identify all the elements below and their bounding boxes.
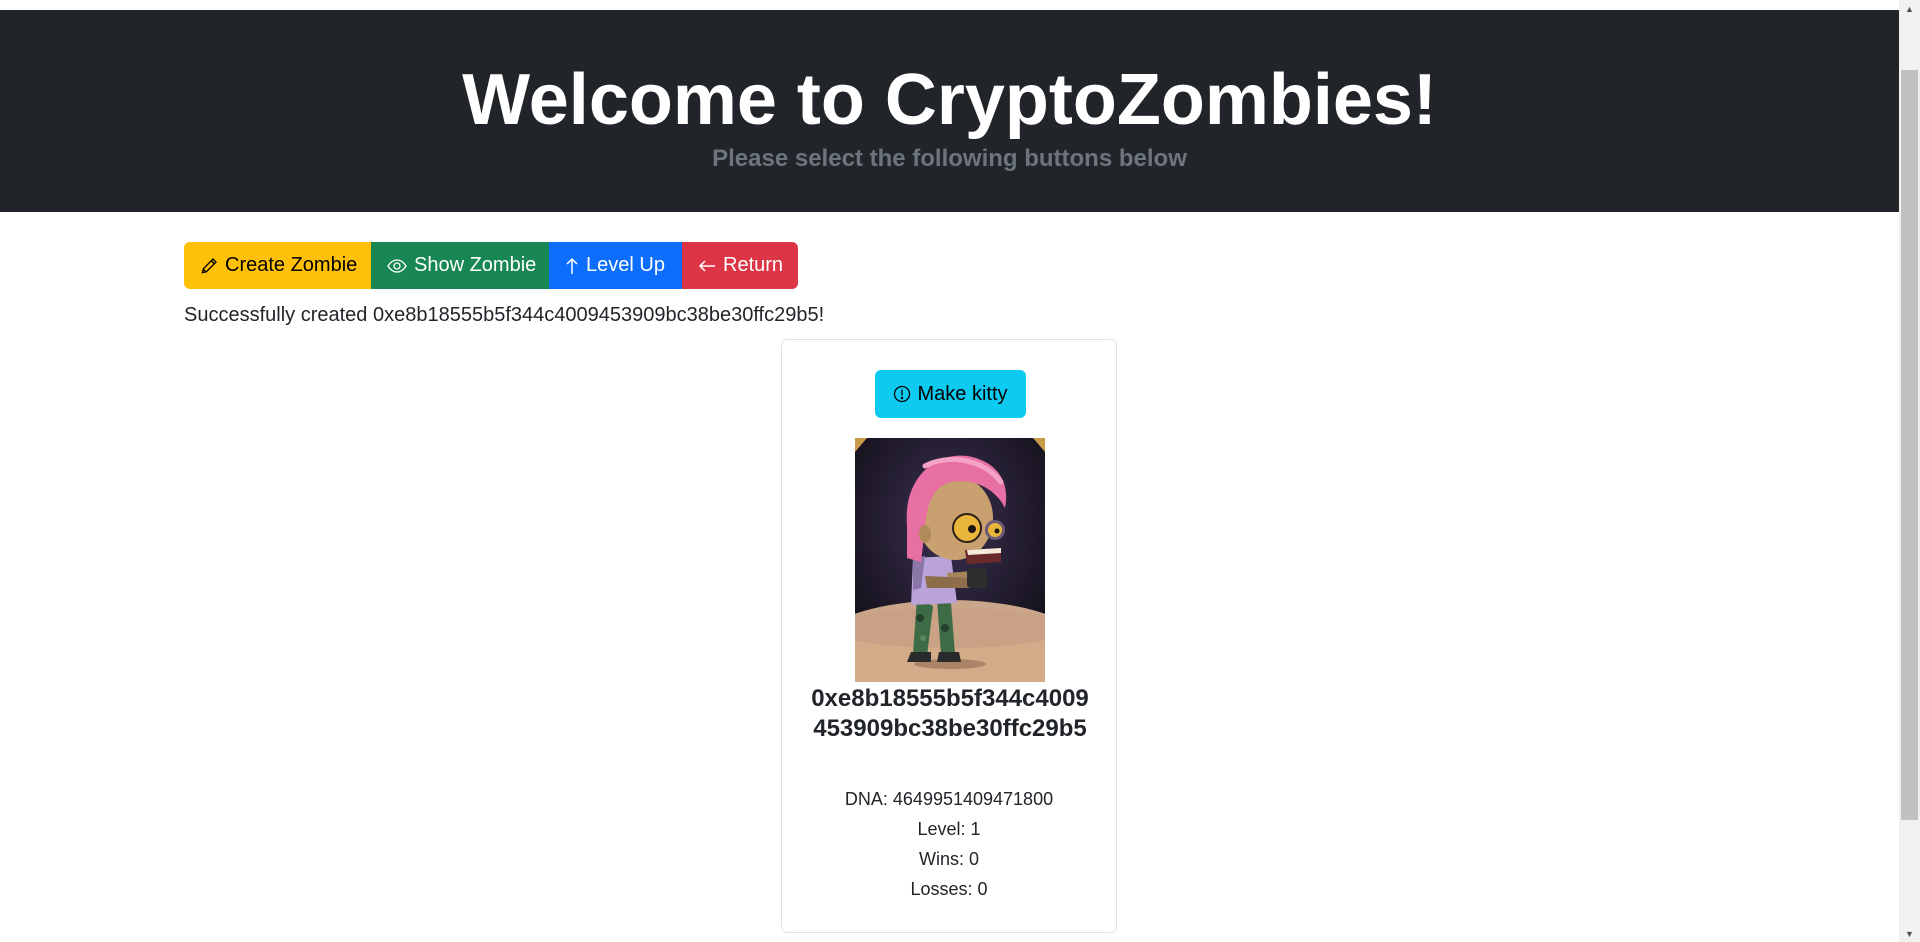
scroll-thumb[interactable] (1901, 70, 1918, 820)
status-message: Successfully created 0xe8b18555b5f344c40… (184, 304, 825, 326)
create-zombie-button[interactable]: Create Zombie (184, 242, 371, 289)
show-zombie-label: Show Zombie (414, 254, 537, 276)
arrow-left-icon (698, 259, 716, 273)
hero-banner: Welcome to CryptoZombies! Please select … (0, 10, 1899, 212)
zombie-name: 0xe8b18555b5f344c4009453909bc38be30ffc29… (811, 685, 1089, 742)
level-up-button[interactable]: Level Up (549, 242, 682, 289)
zombie-losses: Losses: 0 (910, 879, 988, 899)
return-label: Return (723, 254, 784, 276)
zombie-dna: DNA: 4649951409471800 (844, 789, 1054, 809)
page: Welcome to CryptoZombies! Please select … (0, 0, 1920, 942)
make-kitty-button[interactable]: Make kitty (875, 370, 1026, 418)
scroll-down-arrow-icon[interactable]: ▼ (1899, 925, 1920, 942)
zombie-card: Make kitty 0xe8b18555b5f344c4009453909bc… (781, 339, 1117, 933)
vertical-scrollbar[interactable]: ▲ ▼ (1899, 0, 1920, 942)
make-kitty-label: Make kitty (917, 382, 1008, 405)
eye-icon (387, 257, 407, 275)
zombie-level: Level: 1 (917, 819, 981, 839)
scroll-up-arrow-icon[interactable]: ▲ (1899, 0, 1920, 17)
pencil-icon (200, 257, 218, 275)
show-zombie-button[interactable]: Show Zombie (371, 242, 549, 289)
action-button-group: Create Zombie Show Zombie Level Up Retur… (184, 242, 798, 289)
exclamation-circle-icon (893, 385, 911, 403)
zombie-wins: Wins: 0 (918, 849, 979, 869)
zombie-stats: DNA: 4649951409471800 Level: 1 Wins: 0 L… (782, 784, 1116, 904)
page-title: Welcome to CryptoZombies! (462, 60, 1437, 140)
arrow-up-icon (565, 257, 579, 275)
page-subtitle: Please select the following buttons belo… (712, 145, 1187, 172)
zombie-image (855, 438, 1045, 682)
top-strip (0, 0, 1899, 10)
return-button[interactable]: Return (682, 242, 798, 289)
create-zombie-label: Create Zombie (225, 254, 358, 276)
level-up-label: Level Up (586, 254, 665, 276)
